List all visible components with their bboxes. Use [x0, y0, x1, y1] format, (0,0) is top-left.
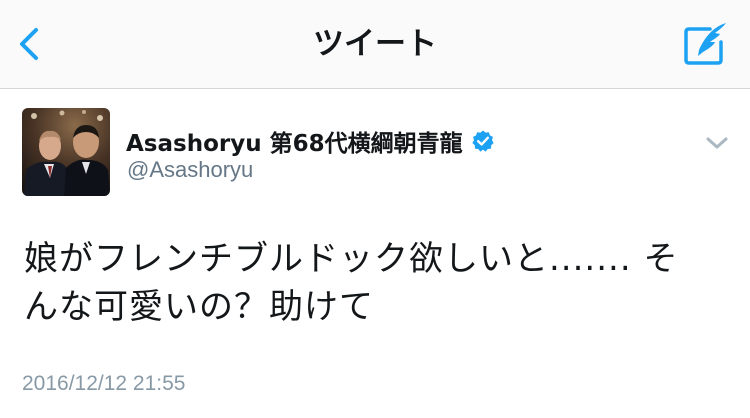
page-title: ツイート [313, 26, 437, 62]
chevron-down-icon[interactable] [704, 135, 730, 151]
tweet-timestamp: 2016/12/12 21:55 [22, 372, 186, 395]
author-display-name[interactable]: Asashoryu 第68代横綱朝青龍 [126, 124, 463, 158]
compose-tweet-icon[interactable] [680, 20, 730, 68]
tweet-text-line: んな可愛いの？助けて [24, 287, 374, 327]
tweet-detail: Asashoryu 第68代横綱朝青龍 @Asashoryu 娘がフレンチブルド… [0, 89, 750, 418]
verified-badge-icon [472, 130, 494, 152]
author-handle[interactable]: @Asashoryu [127, 157, 253, 183]
navigation-bar: ツイート [0, 0, 750, 89]
avatar[interactable] [22, 108, 110, 196]
tweet-text: 娘がフレンチブルドック欲しいと....... そ んな可愛いの？助けて [24, 235, 724, 331]
author-name-row: Asashoryu 第68代横綱朝青龍 [126, 123, 495, 159]
tweet-text-line: 娘がフレンチブルドック欲しいと....... そ [24, 239, 679, 279]
